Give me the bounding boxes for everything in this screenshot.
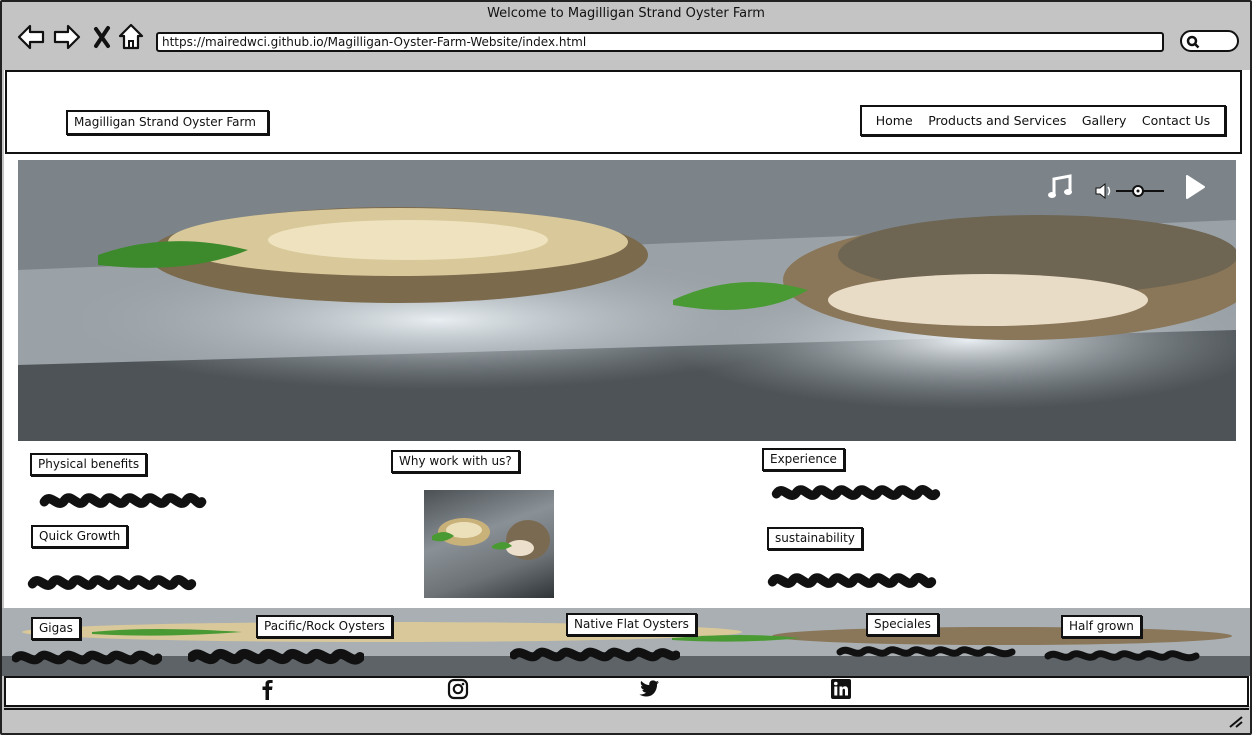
scribble-text: [510, 647, 680, 662]
home-icon[interactable]: [116, 22, 146, 52]
resize-grip-icon[interactable]: [1226, 713, 1244, 729]
scribble-text: [27, 575, 197, 591]
hero-image: [18, 160, 1236, 441]
experience-heading: Experience: [762, 448, 845, 471]
scribble-text: [39, 493, 207, 509]
site-title[interactable]: Magilligan Strand Oyster Farm: [66, 110, 269, 135]
twitter-icon[interactable]: [638, 678, 660, 700]
scribble-text: [188, 649, 364, 665]
instagram-icon[interactable]: [447, 678, 469, 700]
main-nav: Home Products and Services Gallery Conta…: [860, 105, 1226, 136]
linkedin-icon[interactable]: [830, 678, 852, 700]
nav-contact-us[interactable]: Contact Us: [1142, 113, 1210, 128]
scribble-text: [836, 646, 1016, 658]
scribble-text: [771, 485, 941, 501]
scribble-text: [767, 573, 937, 589]
quick-growth-heading: Quick Growth: [31, 525, 129, 548]
scribble-text: [12, 650, 162, 665]
music-icon[interactable]: [1046, 174, 1074, 200]
stop-icon[interactable]: [88, 22, 118, 52]
search-icon: [1186, 35, 1200, 49]
play-icon[interactable]: [1184, 174, 1206, 200]
browser-search[interactable]: [1180, 30, 1239, 52]
nav-home[interactable]: Home: [876, 113, 913, 128]
forward-icon[interactable]: [52, 22, 82, 52]
product-pacific-rock-oysters[interactable]: Pacific/Rock Oysters: [256, 615, 393, 638]
sustainability-heading: sustainability: [767, 527, 863, 550]
product-native-flat-oysters[interactable]: Native Flat Oysters: [566, 613, 697, 636]
scribble-text: [1044, 650, 1200, 662]
product-speciales[interactable]: Speciales: [866, 613, 939, 636]
address-bar[interactable]: https://mairedwci.github.io/Magilligan-O…: [156, 32, 1164, 52]
oyster-hero-picture: [18, 160, 1236, 441]
physical-benefits-heading: Physical benefits: [30, 453, 148, 476]
product-gigas[interactable]: Gigas: [31, 617, 81, 640]
back-icon[interactable]: [16, 22, 46, 52]
oyster-thumbnail-image: [424, 490, 554, 598]
nav-products-and-services[interactable]: Products and Services: [928, 113, 1066, 128]
window-title: Welcome to Magilligan Strand Oyster Farm: [487, 6, 765, 21]
nav-gallery[interactable]: Gallery: [1082, 113, 1127, 128]
facebook-icon[interactable]: [256, 678, 278, 700]
volume-slider[interactable]: [1094, 180, 1168, 202]
product-half-grown[interactable]: Half grown: [1061, 615, 1142, 638]
browser-status-bar: [4, 708, 1249, 733]
site-footer: [4, 676, 1249, 707]
why-work-with-us-heading: Why work with us?: [391, 450, 520, 473]
